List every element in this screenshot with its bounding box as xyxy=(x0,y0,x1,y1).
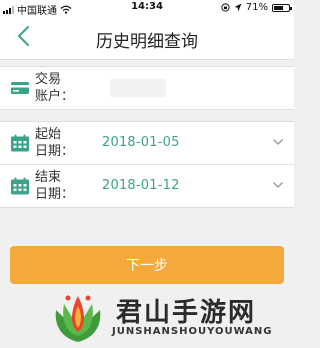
start-date-label: 起始 日期： xyxy=(35,126,75,160)
end-date-label: 结束 日期： xyxy=(35,169,75,203)
site-logo-icon xyxy=(55,295,101,342)
watermark: 君山手游网 JUNSHANSHOUYOUWANG xyxy=(48,288,288,344)
end-date-value[interactable]: 2018-01-12 xyxy=(102,178,180,193)
account-row[interactable]: 交易 账户： xyxy=(0,67,294,109)
start-date-value[interactable]: 2018-01-05 xyxy=(102,135,180,150)
orientation-lock-icon xyxy=(221,3,230,12)
status-bar: 中国联通 14:34 71% xyxy=(0,0,294,17)
start-date-label-line1: 起始 xyxy=(35,127,62,142)
next-step-button[interactable]: 下一步 xyxy=(10,246,284,284)
chevron-down-icon[interactable] xyxy=(272,180,284,190)
calendar-icon xyxy=(11,177,29,195)
end-date-row[interactable]: 结束 日期： 2018-01-12 xyxy=(0,164,294,207)
watermark-domain: JUNSHANSHOUYOUWANG xyxy=(112,326,273,337)
chevron-down-icon[interactable] xyxy=(272,137,284,147)
account-card: 交易 账户： xyxy=(0,66,294,110)
start-date-row[interactable]: 起始 日期： 2018-01-05 xyxy=(0,122,294,164)
battery-icon xyxy=(272,3,292,12)
status-right: 71% xyxy=(221,2,292,13)
battery-percent: 71% xyxy=(245,2,268,13)
start-date-label-line2: 日期： xyxy=(35,144,75,159)
navigation-bar: 历史明细查询 xyxy=(0,16,294,60)
calendar-icon xyxy=(11,134,29,152)
bank-card-icon xyxy=(11,82,29,94)
account-label: 交易 账户： xyxy=(35,71,75,105)
watermark-name: 君山手游网 xyxy=(116,298,257,328)
date-card: 起始 日期： 2018-01-05 结束 日期： 2018-01-12 xyxy=(0,121,294,208)
location-icon xyxy=(234,3,242,12)
account-label-line1: 交易 xyxy=(35,72,62,87)
end-date-label-line1: 结束 xyxy=(35,170,62,185)
account-label-line2: 账户： xyxy=(35,89,75,104)
end-date-label-line2: 日期： xyxy=(35,187,75,202)
page-title: 历史明细查询 xyxy=(96,32,198,52)
account-value xyxy=(110,79,166,97)
